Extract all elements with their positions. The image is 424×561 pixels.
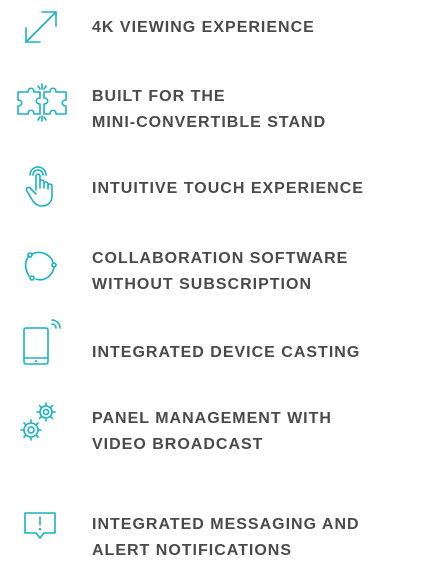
device-casting-icon — [18, 319, 62, 365]
alert-message-icon — [20, 505, 64, 549]
feature-label: 4K VIEWING EXPERIENCE — [92, 19, 315, 36]
expand-icon — [20, 6, 64, 50]
feature-label: INTUITIVE TOUCH EXPERIENCE — [92, 180, 364, 197]
feature-list: 4K VIEWING EXPERIENCE BUILT FOR THE MINI… — [0, 0, 424, 561]
feature-label: BUILT FOR THE MINI-CONVERTIBLE STAND — [92, 88, 327, 131]
feature-label: INTEGRATED DEVICE CASTING — [92, 344, 361, 361]
gears-icon — [18, 400, 62, 444]
feature-label: COLLABORATION SOFTWARE WITHOUT SUBSCRIPT… — [92, 250, 349, 293]
collaboration-icon — [20, 246, 64, 290]
feature-label: PANEL MANAGEMENT WITH VIDEO BROADCAST — [92, 410, 332, 453]
puzzle-icon — [14, 80, 70, 124]
touch-hand-icon — [20, 164, 64, 208]
feature-label: INTEGRATED MESSAGING AND ALERT NOTIFICAT… — [92, 516, 360, 559]
